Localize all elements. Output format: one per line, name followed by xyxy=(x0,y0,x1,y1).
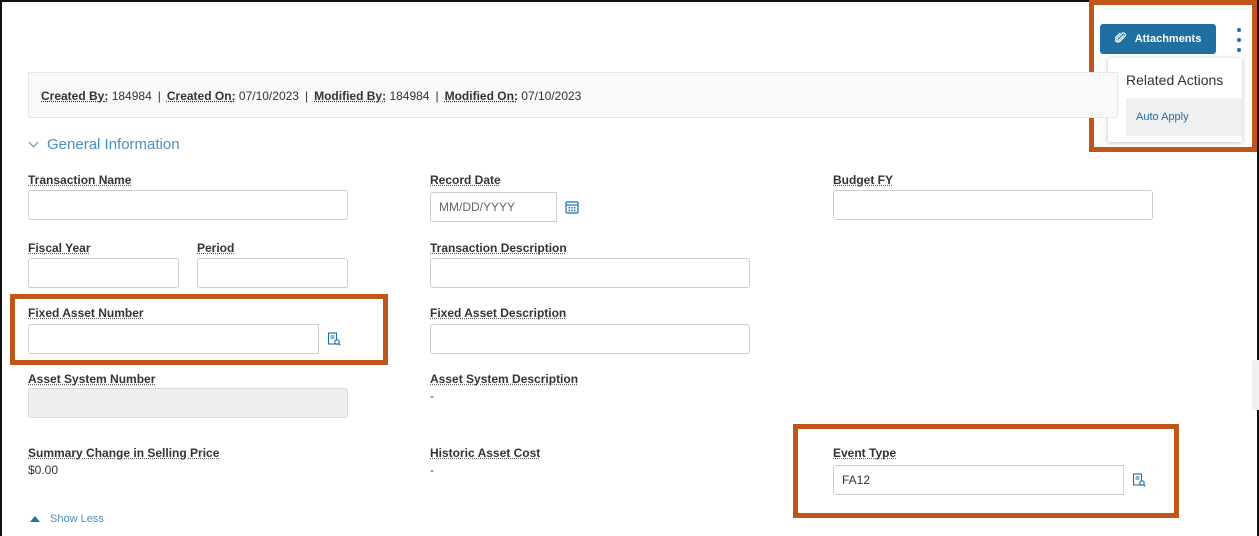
transaction-description-input[interactable] xyxy=(430,258,750,288)
historic-asset-cost-label: Historic Asset Cost xyxy=(430,446,540,460)
budget-fy-label: Budget FY xyxy=(833,173,893,187)
summary-change-value: $0.00 xyxy=(28,463,58,477)
section-title: General Information xyxy=(47,136,180,153)
metadata-text: Created By: 184984 | Created On: 07/10/202… xyxy=(41,89,581,103)
show-less-label: Show Less xyxy=(50,513,104,525)
transaction-description-label: Transaction Description xyxy=(430,241,567,255)
chevron-down-icon xyxy=(29,138,39,148)
historic-asset-cost-value: - xyxy=(430,463,434,477)
budget-fy-input[interactable] xyxy=(833,190,1153,220)
summary-change-label: Summary Change in Selling Price xyxy=(28,446,219,460)
calendar-icon[interactable] xyxy=(556,192,586,222)
fiscal-year-input[interactable] xyxy=(28,258,179,288)
record-date-label: Record Date xyxy=(430,173,501,187)
period-label: Period xyxy=(197,241,234,255)
asset-system-description-value: - xyxy=(430,389,434,403)
show-less-toggle[interactable]: Show Less xyxy=(30,513,104,525)
side-panel-handle[interactable] xyxy=(1252,360,1259,410)
period-input[interactable] xyxy=(197,258,348,288)
fiscal-year-label: Fiscal Year xyxy=(28,241,91,255)
record-metadata-bar: Created By: 184984 | Created On: 07/10/202… xyxy=(28,72,1118,118)
transaction-name-label: Transaction Name xyxy=(28,173,131,187)
highlight-fixed-asset-number xyxy=(10,294,388,365)
general-information-toggle[interactable]: General Information xyxy=(30,136,180,153)
asset-system-number-input xyxy=(28,388,348,418)
caret-up-icon xyxy=(30,516,40,522)
asset-system-number-label: Asset System Number xyxy=(28,372,155,386)
highlight-event-type xyxy=(793,424,1179,518)
fixed-asset-description-label: Fixed Asset Description xyxy=(430,306,566,320)
fixed-asset-description-input[interactable] xyxy=(430,324,750,354)
asset-system-description-label: Asset System Description xyxy=(430,372,578,386)
transaction-name-input[interactable] xyxy=(28,190,348,220)
